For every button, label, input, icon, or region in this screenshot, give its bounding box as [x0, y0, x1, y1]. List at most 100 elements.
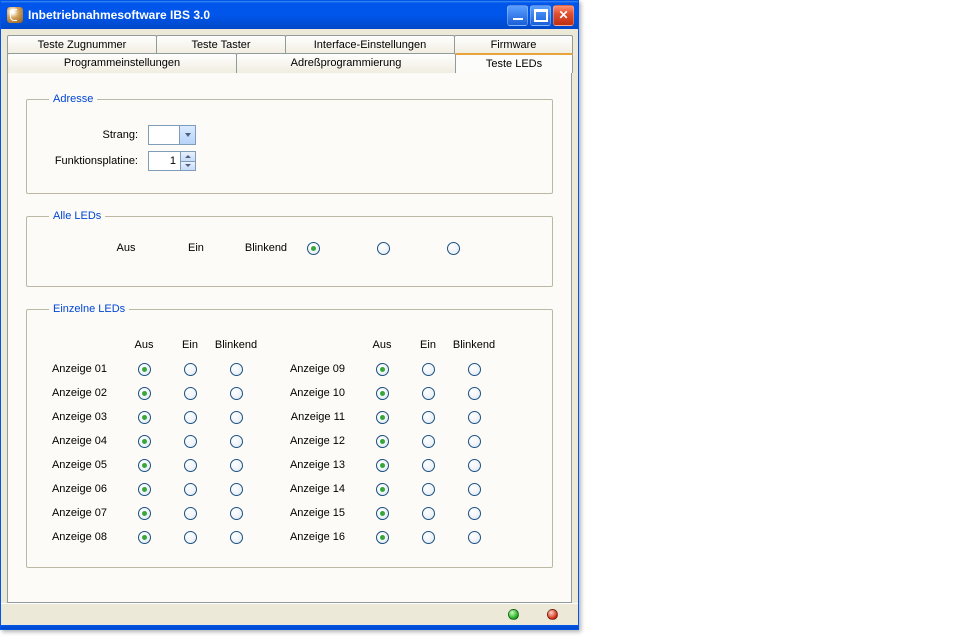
status-bar [1, 603, 578, 625]
radio-r-3-aus[interactable] [376, 435, 389, 448]
minimize-button[interactable] [507, 5, 528, 26]
tab-teste-taster[interactable]: Teste Taster [156, 35, 286, 54]
led-label: Anzeige 16 [289, 531, 359, 543]
legend-alle-leds: Alle LEDs [49, 210, 105, 222]
radio-l-0-aus[interactable] [138, 363, 151, 376]
radio-l-5-blinkend[interactable] [230, 483, 243, 496]
radio-r-5-ein[interactable] [422, 483, 435, 496]
tab-adressprogrammierung[interactable]: Adreßprogrammierung [236, 53, 456, 73]
led-label: Anzeige 13 [289, 459, 359, 471]
hdr-blinkend-r: Blinkend [451, 339, 497, 351]
radio-l-7-blinkend[interactable] [230, 531, 243, 544]
radio-r-0-blinkend[interactable] [468, 363, 481, 376]
radio-l-5-aus[interactable] [138, 483, 151, 496]
radio-l-6-blinkend[interactable] [230, 507, 243, 520]
java-icon [7, 7, 23, 23]
radio-r-1-aus[interactable] [376, 387, 389, 400]
radio-r-1-blinkend[interactable] [468, 387, 481, 400]
radio-l-6-aus[interactable] [138, 507, 151, 520]
radio-r-2-blinkend[interactable] [468, 411, 481, 424]
spinner-value: 1 [149, 155, 180, 167]
close-button[interactable] [553, 5, 574, 26]
radio-r-7-aus[interactable] [376, 531, 389, 544]
radio-l-5-ein[interactable] [184, 483, 197, 496]
radio-l-7-ein[interactable] [184, 531, 197, 544]
radio-r-5-blinkend[interactable] [468, 483, 481, 496]
led-label: Anzeige 05 [51, 459, 121, 471]
title-bar: Inbetriebnahmesoftware IBS 3.0 [1, 1, 578, 29]
radio-l-7-aus[interactable] [138, 531, 151, 544]
tab-firmware[interactable]: Firmware [454, 35, 573, 54]
led-label: Anzeige 07 [51, 507, 121, 519]
client-area: Teste Zugnummer Teste Taster Interface-E… [1, 29, 578, 603]
radio-r-1-ein[interactable] [422, 387, 435, 400]
tab-interface-einstellungen[interactable]: Interface-Einstellungen [285, 35, 455, 54]
spinner-down-icon[interactable] [181, 162, 195, 171]
spinner-up-icon[interactable] [181, 152, 195, 162]
radio-all-blinkend[interactable] [447, 242, 460, 255]
radio-l-2-aus[interactable] [138, 411, 151, 424]
radio-r-6-blinkend[interactable] [468, 507, 481, 520]
status-dot-2 [547, 609, 558, 620]
led-label: Anzeige 06 [51, 483, 121, 495]
window-buttons [507, 5, 574, 26]
tab-programmeinstellungen[interactable]: Programmeinstellungen [7, 53, 237, 73]
window-title: Inbetriebnahmesoftware IBS 3.0 [28, 8, 507, 22]
led-row: Anzeige 09 [289, 357, 497, 381]
tab-panel: Adresse Strang: Funktionsplatine: 1 [7, 72, 572, 603]
led-row: Anzeige 14 [289, 477, 497, 501]
led-row: Anzeige 01 [51, 357, 259, 381]
led-row: Anzeige 16 [289, 525, 497, 549]
radio-r-0-aus[interactable] [376, 363, 389, 376]
radio-l-4-blinkend[interactable] [230, 459, 243, 472]
radio-l-4-ein[interactable] [184, 459, 197, 472]
radio-l-4-aus[interactable] [138, 459, 151, 472]
chevron-down-icon [179, 126, 195, 144]
radio-r-3-ein[interactable] [422, 435, 435, 448]
tab-teste-leds[interactable]: Teste LEDs [455, 53, 573, 73]
radio-r-3-blinkend[interactable] [468, 435, 481, 448]
led-row: Anzeige 13 [289, 453, 497, 477]
led-row: Anzeige 02 [51, 381, 259, 405]
led-label: Anzeige 01 [51, 363, 121, 375]
radio-r-4-aus[interactable] [376, 459, 389, 472]
group-einzelne-leds: Einzelne LEDs Aus Ein Blinkend Anzeige 0… [26, 303, 553, 568]
radio-all-ein[interactable] [377, 242, 390, 255]
radio-r-7-blinkend[interactable] [468, 531, 481, 544]
radio-l-0-ein[interactable] [184, 363, 197, 376]
tab-teste-zugnummer[interactable]: Teste Zugnummer [7, 35, 157, 54]
led-row: Anzeige 15 [289, 501, 497, 525]
radio-l-3-aus[interactable] [138, 435, 151, 448]
radio-l-1-blinkend[interactable] [230, 387, 243, 400]
radio-r-2-aus[interactable] [376, 411, 389, 424]
radio-all-aus[interactable] [307, 242, 320, 255]
led-row: Anzeige 07 [51, 501, 259, 525]
radio-r-6-aus[interactable] [376, 507, 389, 520]
radio-l-3-blinkend[interactable] [230, 435, 243, 448]
app-window: Inbetriebnahmesoftware IBS 3.0 Teste Zug… [0, 0, 579, 630]
radio-l-1-ein[interactable] [184, 387, 197, 400]
radio-l-2-ein[interactable] [184, 411, 197, 424]
spinner-funktionsplatine[interactable]: 1 [148, 151, 196, 171]
led-label: Anzeige 03 [51, 411, 121, 423]
hdr-ein: Ein [174, 242, 218, 254]
radio-l-0-blinkend[interactable] [230, 363, 243, 376]
led-label: Anzeige 02 [51, 387, 121, 399]
radio-l-6-ein[interactable] [184, 507, 197, 520]
radio-r-2-ein[interactable] [422, 411, 435, 424]
led-label: Anzeige 14 [289, 483, 359, 495]
radio-r-5-aus[interactable] [376, 483, 389, 496]
radio-r-7-ein[interactable] [422, 531, 435, 544]
maximize-button[interactable] [530, 5, 551, 26]
hdr-ein-l: Ein [167, 339, 213, 351]
led-row: Anzeige 11 [289, 405, 497, 429]
radio-r-6-ein[interactable] [422, 507, 435, 520]
radio-l-1-aus[interactable] [138, 387, 151, 400]
combo-strang[interactable] [148, 125, 196, 145]
radio-l-3-ein[interactable] [184, 435, 197, 448]
radio-r-0-ein[interactable] [422, 363, 435, 376]
radio-l-2-blinkend[interactable] [230, 411, 243, 424]
led-label: Anzeige 10 [289, 387, 359, 399]
radio-r-4-ein[interactable] [422, 459, 435, 472]
radio-r-4-blinkend[interactable] [468, 459, 481, 472]
